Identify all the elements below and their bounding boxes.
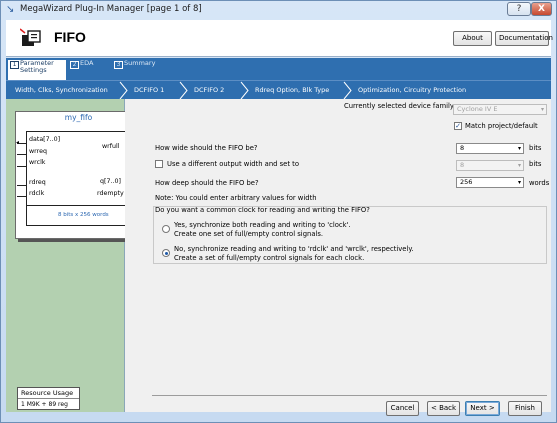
sub-step-bar: Width, Clks, Synchronization DCFIFO 1 DC… bbox=[6, 80, 551, 100]
pin-line bbox=[17, 185, 26, 186]
divider bbox=[18, 398, 79, 399]
resource-usage: Resource Usage 1 M9K + 89 reg bbox=[17, 387, 80, 410]
depth-select[interactable]: 256 ▾ bbox=[456, 177, 524, 188]
common-clock-radio[interactable] bbox=[162, 225, 170, 233]
tab-label: Parameter Settings bbox=[20, 59, 54, 74]
step-dcfifo-2[interactable]: DCFIFO 2 bbox=[194, 86, 224, 94]
depth-value: 256 bbox=[460, 178, 473, 186]
pin-rdempty: rdempty bbox=[97, 190, 124, 197]
width-select[interactable]: 8 ▾ bbox=[456, 143, 524, 154]
pin-wrreq: wrreq bbox=[29, 148, 47, 155]
width-value: 8 bbox=[460, 144, 465, 152]
next-button[interactable]: Next > bbox=[465, 401, 500, 416]
tab-label: Summary bbox=[124, 59, 156, 67]
fifo-icon bbox=[20, 28, 41, 46]
pin-wrclk: wrclk bbox=[29, 159, 46, 166]
match-project-checkbox[interactable]: ✓ bbox=[454, 122, 462, 130]
width-unit: bits bbox=[529, 144, 542, 152]
chevron-down-icon: ▾ bbox=[517, 145, 521, 152]
step-rdreq-option[interactable]: Rdreq Option, Blk Type bbox=[255, 86, 329, 94]
chevron-right-icon bbox=[179, 81, 188, 100]
step-optimization[interactable]: Optimization, Circuitry Protection bbox=[358, 86, 466, 94]
tab-number: 1 bbox=[10, 61, 19, 69]
tab-summary[interactable]: 3 Summary bbox=[112, 60, 168, 80]
device-family-select[interactable]: Cyclone IV E ▾ bbox=[453, 104, 547, 115]
fifo-symbol: my_fifo ◂ data[7..0] wrreq wrclk rdreq r… bbox=[15, 111, 142, 239]
pin-line bbox=[17, 196, 26, 197]
back-button[interactable]: < Back bbox=[427, 401, 460, 416]
pin-line bbox=[17, 166, 26, 167]
pin-line bbox=[17, 154, 26, 155]
tab-label: EDA bbox=[80, 59, 94, 67]
page-title: FIFO bbox=[54, 29, 86, 45]
finish-button[interactable]: Finish bbox=[508, 401, 542, 416]
symbol-divider bbox=[26, 205, 129, 206]
width-note: Note: You could enter arbitrary values f… bbox=[155, 194, 317, 202]
chevron-right-icon bbox=[240, 81, 249, 100]
chevron-right-icon bbox=[119, 81, 128, 100]
cancel-button[interactable]: Cancel bbox=[386, 401, 419, 416]
separate-clock-radio[interactable] bbox=[162, 249, 170, 257]
tab-parameter-settings[interactable]: 1 Parameter Settings bbox=[8, 60, 66, 80]
depth-question: How deep should the FIFO be? bbox=[155, 179, 259, 187]
resource-title: Resource Usage bbox=[21, 389, 74, 397]
pin-data: data[7..0] bbox=[29, 136, 61, 143]
documentation-button[interactable]: Documentation bbox=[495, 31, 553, 46]
symbol-name: my_fifo bbox=[64, 113, 93, 122]
output-width-unit: bits bbox=[529, 160, 542, 168]
match-project-label: Match project/default bbox=[465, 122, 538, 130]
wizard-window: ↘ MegaWizard Plug-In Manager [page 1 of … bbox=[0, 0, 557, 423]
depth-unit: words bbox=[529, 179, 550, 187]
chevron-down-icon: ▾ bbox=[517, 179, 521, 186]
close-button[interactable]: X bbox=[531, 2, 552, 16]
tab-eda[interactable]: 2 EDA bbox=[68, 60, 110, 80]
tab-number: 3 bbox=[114, 61, 123, 69]
symbol-panel: my_fifo ◂ data[7..0] wrreq wrclk rdreq r… bbox=[6, 99, 142, 412]
output-width-value: 8 bbox=[460, 161, 465, 169]
separate-clock-line2: Create a set of full/empty control signa… bbox=[174, 254, 365, 262]
parameter-form: Currently selected device family: Cyclon… bbox=[125, 99, 551, 416]
common-clock-line2: Create one set of full/empty control sig… bbox=[174, 230, 324, 238]
title-bar[interactable]: ↘ MegaWizard Plug-In Manager [page 1 of … bbox=[1, 1, 556, 19]
resource-value: 1 M9K + 89 reg bbox=[21, 401, 68, 408]
pin-wrfull: wrfull bbox=[102, 143, 120, 150]
different-output-width-checkbox[interactable] bbox=[155, 160, 163, 168]
about-button[interactable]: About bbox=[453, 31, 492, 46]
window-title: MegaWizard Plug-In Manager [page 1 of 8] bbox=[20, 4, 202, 14]
output-width-select[interactable]: 8 ▾ bbox=[456, 160, 524, 171]
symbol-note: 8 bits x 256 words bbox=[58, 212, 109, 218]
step-width-clks-sync[interactable]: Width, Clks, Synchronization bbox=[15, 86, 108, 94]
pin-q: q[7..0] bbox=[100, 178, 121, 185]
common-clock-line1: Yes, synchronize both reading and writin… bbox=[174, 221, 351, 229]
wizard-header: FIFO About Documentation bbox=[6, 20, 553, 57]
pin-rdclk: rdclk bbox=[29, 190, 45, 197]
device-family-value: Cyclone IV E bbox=[457, 105, 498, 113]
step-dcfifo-1[interactable]: DCFIFO 1 bbox=[134, 86, 164, 94]
help-button[interactable]: ? bbox=[507, 2, 531, 16]
app-icon: ↘ bbox=[6, 4, 15, 15]
width-question: How wide should the FIFO be? bbox=[155, 144, 258, 152]
footer-divider bbox=[152, 395, 547, 396]
chevron-down-icon: ▾ bbox=[517, 162, 521, 169]
different-output-width-label: Use a different output width and set to bbox=[167, 160, 300, 168]
chevron-down-icon: ▾ bbox=[540, 106, 544, 113]
tab-number: 2 bbox=[70, 61, 79, 69]
pin-arrow-icon: ◂ bbox=[16, 139, 20, 146]
device-family-label: Currently selected device family: bbox=[344, 102, 456, 110]
pin-rdreq: rdreq bbox=[29, 179, 46, 186]
separate-clock-line1: No, synchronize reading and writing to '… bbox=[174, 245, 414, 253]
page-tabs: 1 Parameter Settings 2 EDA 3 Summary bbox=[6, 58, 551, 80]
chevron-right-icon bbox=[343, 81, 352, 100]
